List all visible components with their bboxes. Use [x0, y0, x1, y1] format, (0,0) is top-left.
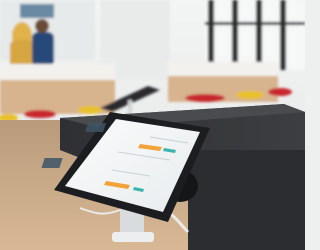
photo-canvas [0, 0, 305, 250]
photo-scene [0, 0, 305, 250]
